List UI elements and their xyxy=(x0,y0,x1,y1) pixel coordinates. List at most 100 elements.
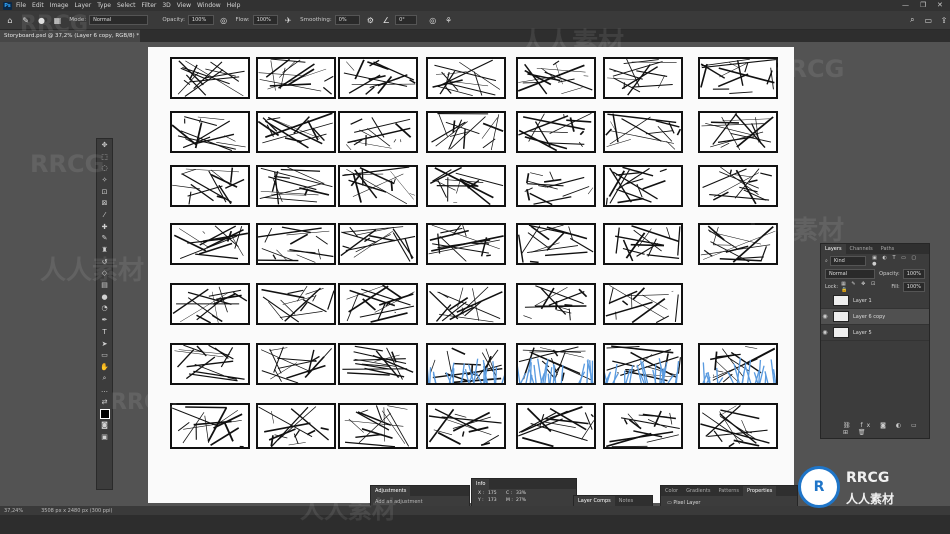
angle-field[interactable]: 0° xyxy=(395,15,417,25)
workspace-icon[interactable]: ▭ xyxy=(922,14,934,26)
layer-row[interactable]: ◉ Layer 6 copy xyxy=(821,309,929,325)
layer-filter-row: ⌕ Kind ▣ ◐ T ▭ ▢ ● xyxy=(821,254,929,267)
photoshop-logo-icon[interactable]: Ps xyxy=(3,1,12,10)
tab-adjustments[interactable]: Adjustments xyxy=(371,486,411,496)
menu-view[interactable]: View xyxy=(177,2,191,9)
history-brush-icon[interactable]: ↺ xyxy=(97,256,112,268)
tab-paths[interactable]: Paths xyxy=(877,246,899,252)
storyboard-frame xyxy=(698,343,778,385)
brush-settings-icon[interactable]: ▦ xyxy=(51,14,63,26)
storyboard-frame xyxy=(516,111,596,153)
menu-type[interactable]: Type xyxy=(97,2,111,9)
magic-wand-icon[interactable]: ✧ xyxy=(97,174,112,186)
pen-icon[interactable]: ✒ xyxy=(97,314,112,326)
tab-properties[interactable]: Properties xyxy=(743,486,777,496)
layer-opacity-field[interactable]: 100% xyxy=(902,268,925,279)
storyboard-frame xyxy=(256,165,336,207)
tab-patterns[interactable]: Patterns xyxy=(714,488,743,494)
share-icon[interactable]: ⇪ xyxy=(938,14,950,26)
hand-icon[interactable]: ✋ xyxy=(97,361,112,373)
foreground-color-icon[interactable] xyxy=(97,408,112,420)
maximize-icon[interactable]: ❐ xyxy=(920,1,926,9)
tab-notes[interactable]: Notes xyxy=(615,498,637,504)
home-icon[interactable]: ⌂ xyxy=(4,14,16,26)
eraser-icon[interactable]: ◇ xyxy=(97,268,112,280)
search-icon[interactable]: ⌕ xyxy=(907,14,919,26)
eyedropper-icon[interactable]: ⁄ xyxy=(97,209,112,221)
kind-select[interactable]: Kind xyxy=(829,255,867,266)
crop-icon[interactable]: ⊡ xyxy=(97,186,112,198)
storyboard-frame xyxy=(170,165,250,207)
document-tab[interactable]: Storyboard.psd @ 37,2% (Layer 6 copy, RG… xyxy=(0,30,140,42)
brush-size-icon[interactable]: ● xyxy=(36,14,48,26)
shape-icon[interactable]: ▭ xyxy=(97,349,112,361)
filter-icons[interactable]: ▣ ◐ T ▭ ▢ ● xyxy=(872,255,925,267)
marquee-icon[interactable]: ⬚ xyxy=(97,151,112,163)
path-select-icon[interactable]: ➤ xyxy=(97,338,112,350)
smoothing-field[interactable]: 0% xyxy=(334,15,361,25)
rrcg-logo-icon: R xyxy=(798,466,840,508)
menu-layer[interactable]: Layer xyxy=(74,2,91,9)
layer-row[interactable]: ◉ Layer 5 xyxy=(821,325,929,341)
menu-3d[interactable]: 3D xyxy=(162,2,170,9)
brush-icon[interactable]: ✎ xyxy=(97,233,112,245)
tools-panel: ✥ ⬚ ◌ ✧ ⊡ ⊠ ⁄ ✚ ✎ ♜ ↺ ◇ ▤ ● ◔ ✒ T ➤ ▭ ✋ … xyxy=(96,138,113,490)
layer-name[interactable]: Layer 6 copy xyxy=(853,314,885,320)
layer-row[interactable]: Layer 1 xyxy=(821,293,929,309)
tab-info[interactable]: Info xyxy=(472,479,490,489)
flow-field[interactable]: 100% xyxy=(252,15,279,25)
tab-layer-comps[interactable]: Layer Comps xyxy=(574,496,615,506)
lock-icons[interactable]: ▦ ✎ ✥ ⊡ 🔒 xyxy=(841,281,883,293)
document-canvas[interactable] xyxy=(148,47,794,503)
storyboard-frame xyxy=(698,403,778,449)
stamp-icon[interactable]: ♜ xyxy=(97,244,112,256)
zoom-level[interactable]: 37,24% xyxy=(4,508,23,514)
brush-preset-icon[interactable]: ✎ xyxy=(20,14,32,26)
blend-mode-select[interactable]: Normal xyxy=(825,268,876,279)
tab-channels[interactable]: Channels xyxy=(846,246,877,252)
tab-layers[interactable]: Layers xyxy=(821,244,846,254)
angle-icon[interactable]: ∠ xyxy=(380,14,392,26)
dodge-icon[interactable]: ◔ xyxy=(97,303,112,315)
menu-edit[interactable]: Edit xyxy=(32,2,44,9)
symmetry-icon[interactable]: ⚘ xyxy=(443,14,455,26)
more-tools-icon[interactable]: … xyxy=(97,384,112,396)
fill-field[interactable]: 100% xyxy=(902,281,925,292)
blur-icon[interactable]: ● xyxy=(97,291,112,303)
type-icon[interactable]: T xyxy=(97,326,112,338)
airbrush-icon[interactable]: ✈ xyxy=(282,14,294,26)
visibility-eye-icon[interactable]: ◉ xyxy=(821,329,829,336)
close-icon[interactable]: ✕ xyxy=(937,1,943,9)
layer-actions[interactable]: ⛓ fx ◙ ◐ ▭ ⊞ 🗑 xyxy=(843,422,929,436)
menu-window[interactable]: Window xyxy=(197,2,221,9)
lasso-icon[interactable]: ◌ xyxy=(97,162,112,174)
storyboard-frame xyxy=(426,57,506,99)
tab-gradients[interactable]: Gradients xyxy=(682,488,714,494)
healing-icon[interactable]: ✚ xyxy=(97,221,112,233)
layer-name[interactable]: Layer 5 xyxy=(853,330,872,336)
minimize-icon[interactable]: — xyxy=(902,1,909,9)
smoothing-options-icon[interactable]: ⚙ xyxy=(364,14,376,26)
storyboard-frame xyxy=(516,343,596,385)
zoom-icon[interactable]: ⌕ xyxy=(97,373,112,385)
storyboard-frame xyxy=(603,111,683,153)
gradient-icon[interactable]: ▤ xyxy=(97,279,112,291)
mode-select[interactable]: Normal xyxy=(89,15,149,25)
quick-mask-icon[interactable]: ◙ xyxy=(97,420,112,432)
opacity-field[interactable]: 100% xyxy=(187,15,214,25)
menu-select[interactable]: Select xyxy=(117,2,136,9)
tab-color[interactable]: Color xyxy=(661,488,682,494)
pressure-size-icon[interactable]: ◎ xyxy=(427,14,439,26)
move-icon[interactable]: ✥ xyxy=(97,139,112,151)
visibility-eye-icon[interactable]: ◉ xyxy=(821,313,829,320)
menu-image[interactable]: Image xyxy=(50,2,69,9)
screen-mode-icon[interactable]: ▣ xyxy=(97,431,112,443)
layer-name[interactable]: Layer 1 xyxy=(853,298,872,304)
menu-file[interactable]: File xyxy=(16,2,26,9)
menu-help[interactable]: Help xyxy=(227,2,241,9)
pressure-opacity-icon[interactable]: ◎ xyxy=(218,14,230,26)
menu-filter[interactable]: Filter xyxy=(142,2,157,9)
frame-icon[interactable]: ⊠ xyxy=(97,197,112,209)
swap-colors-icon[interactable]: ⇄ xyxy=(97,396,112,408)
storyboard-frame xyxy=(338,165,418,207)
